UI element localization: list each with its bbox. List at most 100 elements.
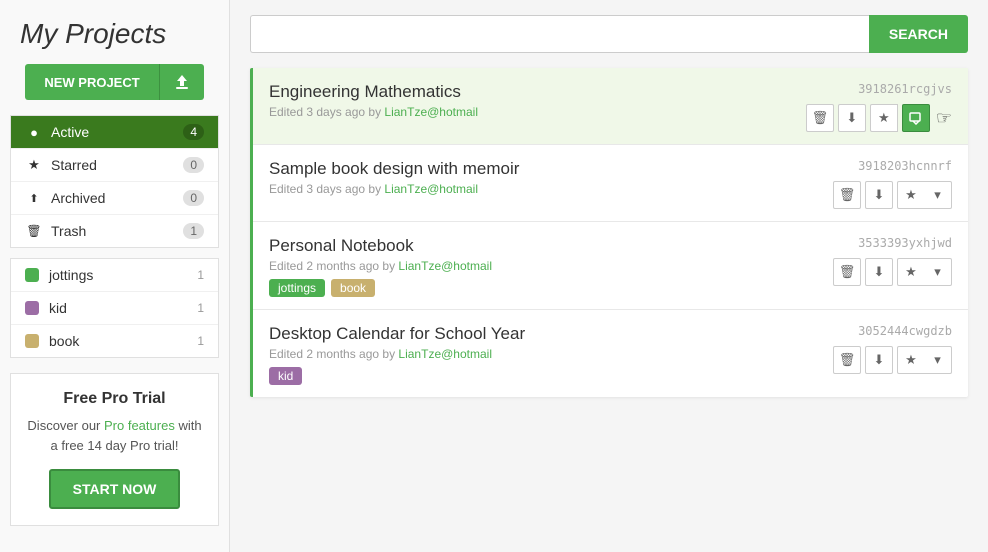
tag-item-book[interactable]: book 1 [11,325,218,357]
tag-dot-jottings [25,268,39,282]
sidebar-item-archived[interactable]: ⬆ Archived 0 [11,182,218,215]
download-button[interactable]: ⬇ [865,258,893,286]
project-name[interactable]: Desktop Calendar for School Year [269,324,525,344]
project-actions: 🗑 ⬇ ★ ▾ [833,258,952,286]
new-project-button[interactable]: NEW PROJECT [25,64,159,100]
project-edited: Edited 2 months ago by [269,347,398,361]
tag-count-kid: 1 [197,301,204,315]
tag-label-kid: kid [49,300,197,316]
download-button[interactable]: ⬇ [865,181,893,209]
project-top-1: Engineering Mathematics Edited 3 days ag… [269,82,952,132]
project-meta: Edited 2 months ago by LianTze@hotmail [269,347,525,361]
tags-list: jottings 1 kid 1 book 1 [10,258,219,358]
table-row: Sample book design with memoir Edited 3 … [253,145,968,222]
project-id: 3918203hcnnrf [858,159,952,173]
open-button[interactable] [902,104,930,132]
search-bar: SEARCH [250,15,968,53]
main-content: SEARCH Engineering Mathematics Edited 3 … [230,0,988,552]
promo-link[interactable]: Pro features [104,418,175,433]
nav-label-archived: Archived [51,190,183,206]
dropdown-button[interactable]: ▾ [924,258,952,286]
project-info-1: Engineering Mathematics Edited 3 days ag… [269,82,478,125]
project-edited: Edited 3 days ago by [269,105,384,119]
nav-label-active: Active [51,124,183,140]
sidebar-item-trash[interactable]: 🗑 Trash 1 [11,215,218,247]
project-id: 3918261rcgjvs [858,82,952,96]
start-now-button[interactable]: START NOW [49,469,181,509]
project-actions: 🗑 ⬇ ★ ▾ [833,346,952,374]
star-button[interactable]: ★ [897,346,925,374]
delete-button[interactable]: 🗑 [833,258,861,286]
nav-label-trash: Trash [51,223,183,239]
delete-button[interactable]: 🗑 [806,104,834,132]
project-right-3: 3533393yxhjwd 🗑 ⬇ ★ ▾ [833,236,952,286]
cursor-icon: ☞ [936,108,952,129]
project-tag[interactable]: book [331,279,375,297]
project-tag[interactable]: jottings [269,279,325,297]
project-author[interactable]: LianTze@hotmail [398,259,492,273]
upload-button[interactable] [159,64,204,100]
nav-menu: ● Active 4 ★ Starred 0 ⬆ Archived 0 🗑 Tr… [10,115,219,248]
project-edited: Edited 2 months ago by [269,259,398,273]
tag-count-jottings: 1 [197,268,204,282]
project-info-4: Desktop Calendar for School Year Edited … [269,324,525,385]
project-name[interactable]: Engineering Mathematics [269,82,478,102]
project-top-4: Desktop Calendar for School Year Edited … [269,324,952,385]
promo-text-before: Discover our [27,418,104,433]
project-top-3: Personal Notebook Edited 2 months ago by… [269,236,952,297]
tag-dot-kid [25,301,39,315]
search-button[interactable]: SEARCH [869,15,968,53]
nav-count-starred: 0 [183,157,204,173]
project-top-2: Sample book design with memoir Edited 3 … [269,159,952,209]
project-right-4: 3052444cwgdzb 🗑 ⬇ ★ ▾ [833,324,952,374]
project-meta: Edited 2 months ago by LianTze@hotmail [269,259,492,273]
app-title: My Projects [0,0,229,64]
project-info-3: Personal Notebook Edited 2 months ago by… [269,236,492,297]
search-input[interactable] [250,15,869,53]
sidebar-item-active[interactable]: ● Active 4 [11,116,218,149]
projects-list: Engineering Mathematics Edited 3 days ag… [250,68,968,397]
table-row: Engineering Mathematics Edited 3 days ag… [253,68,968,145]
project-meta: Edited 3 days ago by LianTze@hotmail [269,105,478,119]
nav-count-active: 4 [183,124,204,140]
dropdown-button[interactable]: ▾ [924,346,952,374]
promo-text: Discover our Pro features with a free 14… [25,416,204,455]
project-name[interactable]: Sample book design with memoir [269,159,519,179]
tag-dot-book [25,334,39,348]
project-tag[interactable]: kid [269,367,302,385]
project-author[interactable]: LianTze@hotmail [398,347,492,361]
table-row: Personal Notebook Edited 2 months ago by… [253,222,968,310]
project-right-1: 3918261rcgjvs 🗑 ⬇ ★ ☞ [806,82,952,132]
nav-label-starred: Starred [51,157,183,173]
upload-icon [174,74,190,90]
download-button[interactable]: ⬇ [865,346,893,374]
nav-count-trash: 1 [183,223,204,239]
tag-count-book: 1 [197,334,204,348]
dropdown-button[interactable]: ▾ [924,181,952,209]
table-row: Desktop Calendar for School Year Edited … [253,310,968,397]
project-author[interactable]: LianTze@hotmail [384,182,478,196]
star-button[interactable]: ★ [897,181,925,209]
project-info-2: Sample book design with memoir Edited 3 … [269,159,519,202]
active-icon: ● [25,125,43,140]
tag-item-kid[interactable]: kid 1 [11,292,218,325]
delete-button[interactable]: 🗑 [833,346,861,374]
download-button[interactable]: ⬇ [838,104,866,132]
sidebar-item-starred[interactable]: ★ Starred 0 [11,149,218,182]
open-icon [909,111,923,125]
tag-item-jottings[interactable]: jottings 1 [11,259,218,292]
project-tags: kid [269,367,525,385]
project-edited: Edited 3 days ago by [269,182,384,196]
star-button[interactable]: ★ [870,104,898,132]
star-button[interactable]: ★ [897,258,925,286]
project-author[interactable]: LianTze@hotmail [384,105,478,119]
project-actions: 🗑 ⬇ ★ ☞ [806,104,952,132]
project-id: 3052444cwgdzb [858,324,952,338]
promo-title: Free Pro Trial [25,390,204,408]
star-icon: ★ [25,157,43,173]
project-meta: Edited 3 days ago by LianTze@hotmail [269,182,519,196]
delete-button[interactable]: 🗑 [833,181,861,209]
project-name[interactable]: Personal Notebook [269,236,492,256]
promo-box: Free Pro Trial Discover our Pro features… [10,373,219,526]
tag-label-jottings: jottings [49,267,197,283]
